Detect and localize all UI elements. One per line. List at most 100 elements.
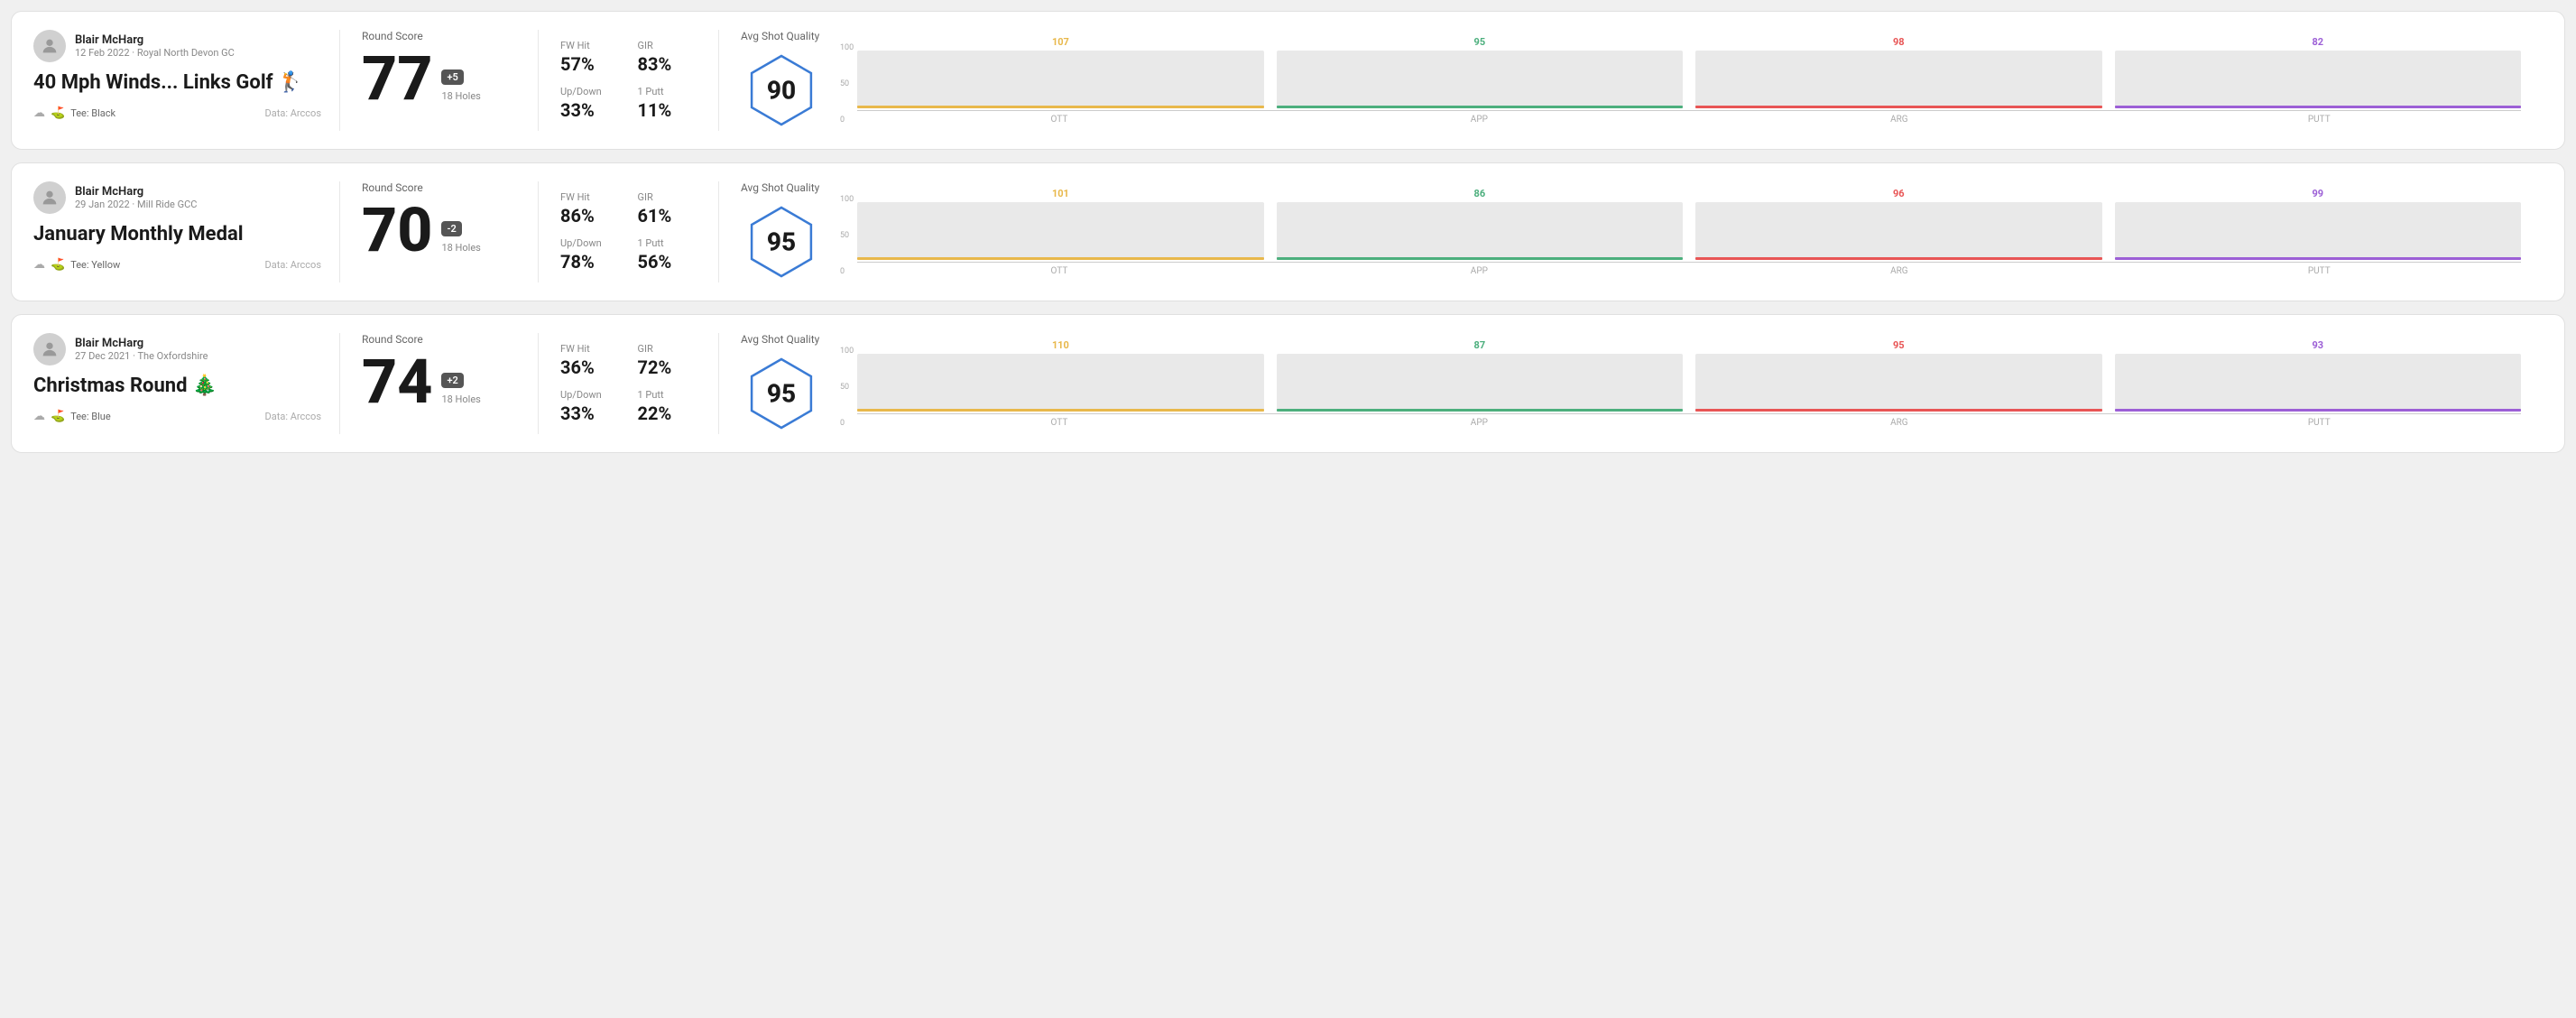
bar-colored-line	[857, 257, 1263, 260]
big-score: 74	[362, 351, 432, 412]
bar-column: 101	[857, 188, 1263, 260]
weather-icon: ☁	[33, 258, 45, 272]
bar-background	[1695, 202, 2101, 260]
avatar	[33, 333, 66, 366]
fw-hit-label: FW Hit	[560, 40, 620, 51]
gir-value: 72%	[638, 356, 697, 378]
bar-background	[857, 202, 1263, 260]
x-labels: OTTAPPARGPUTT	[857, 418, 2521, 428]
avatar-icon	[40, 188, 60, 208]
bar-colored-line	[1277, 106, 1683, 108]
avatar	[33, 181, 66, 214]
full-chart: 110 87 95 93	[857, 339, 2521, 428]
bar-background	[1695, 354, 2101, 412]
bar-value: 93	[2312, 339, 2323, 351]
footer-row: ☁ ⛳ Tee: Blue Data: Arccos	[33, 410, 321, 423]
bar-x-label: APP	[1278, 418, 1681, 428]
user-name: Blair McHarg	[75, 33, 235, 47]
bar-colored-line	[1277, 257, 1683, 260]
stats-section: FW Hit 57% GIR 83% Up/Down 33% 1 Putt 11…	[539, 30, 719, 131]
score-section: Round Score 70 -2 18 Holes	[340, 181, 539, 282]
y-label-50: 50	[840, 79, 854, 88]
hexagon-container: 95	[741, 201, 822, 282]
gir-stat: GIR 72%	[638, 343, 697, 378]
bar-value: 87	[1474, 339, 1486, 351]
user-name: Blair McHarg	[75, 337, 208, 350]
round-score-label: Round Score	[362, 333, 516, 346]
quality-left: Avg Shot Quality 90	[741, 30, 822, 131]
quality-left: Avg Shot Quality 95	[741, 333, 822, 434]
round-title: January Monthly Medal	[33, 223, 321, 245]
round-title: 40 Mph Winds... Links Golf 🏌	[33, 71, 321, 94]
updown-stat: Up/Down 33%	[560, 86, 620, 121]
bar-x-label: OTT	[857, 266, 1260, 276]
bar-chart-area: 100 50 0 110 87 95	[840, 339, 2521, 428]
gir-value: 83%	[638, 53, 697, 75]
score-section: Round Score 74 +2 18 Holes	[340, 333, 539, 434]
full-chart: 101 86 96 99	[857, 188, 2521, 276]
user-row: Blair McHarg 27 Dec 2021 · The Oxfordshi…	[33, 333, 321, 366]
bar-column: 93	[2115, 339, 2521, 412]
bar-x-label: PUTT	[2118, 266, 2521, 276]
y-label-0: 0	[840, 116, 854, 125]
weather-icon: ☁	[33, 410, 45, 423]
quality-section: Avg Shot Quality 90 100 50 0	[719, 30, 2543, 131]
bar-value: 95	[1474, 36, 1486, 48]
bar-value: 107	[1052, 36, 1069, 48]
y-label-0: 0	[840, 267, 854, 276]
bars-row: 101 86 96 99	[857, 188, 2521, 260]
updown-label: Up/Down	[560, 389, 620, 401]
fw-hit-stat: FW Hit 36%	[560, 343, 620, 378]
bar-value: 96	[1893, 188, 1905, 199]
putt-stat: 1 Putt 56%	[638, 237, 697, 273]
updown-label: Up/Down	[560, 237, 620, 249]
score-row: 77 +5 18 Holes	[362, 48, 516, 109]
holes-label: 18 Holes	[441, 393, 480, 405]
bar-x-label: PUTT	[2118, 418, 2521, 428]
user-row: Blair McHarg 12 Feb 2022 · Royal North D…	[33, 30, 321, 62]
round-score-label: Round Score	[362, 30, 516, 42]
bar-colored-line	[2115, 106, 2521, 108]
date-course: 29 Jan 2022 · Mill Ride GCC	[75, 199, 197, 210]
bar-colored-line	[2115, 257, 2521, 260]
stats-section: FW Hit 36% GIR 72% Up/Down 33% 1 Putt 22…	[539, 333, 719, 434]
bar-column: 107	[857, 36, 1263, 108]
score-badge: +2	[441, 373, 463, 388]
round-card: Blair McHarg 29 Jan 2022 · Mill Ride GCC…	[11, 162, 2565, 301]
tee-info: ☁ ⛳ Tee: Blue	[33, 410, 111, 423]
bar-chart-area: 100 50 0 101 86 96	[840, 188, 2521, 276]
fw-hit-stat: FW Hit 86%	[560, 191, 620, 227]
fw-hit-value: 57%	[560, 53, 620, 75]
putt-value: 56%	[638, 251, 697, 273]
stats-grid: FW Hit 57% GIR 83% Up/Down 33% 1 Putt 11…	[560, 40, 697, 121]
quality-left: Avg Shot Quality 95	[741, 181, 822, 282]
putt-label: 1 Putt	[638, 237, 697, 249]
bar-background	[1277, 51, 1683, 108]
gir-label: GIR	[638, 191, 697, 203]
score-row: 70 -2 18 Holes	[362, 199, 516, 261]
y-label-50: 50	[840, 231, 854, 240]
putt-label: 1 Putt	[638, 86, 697, 97]
gir-stat: GIR 61%	[638, 191, 697, 227]
date-course: 12 Feb 2022 · Royal North Devon GC	[75, 47, 235, 59]
bar-value: 95	[1893, 339, 1905, 351]
footer-row: ☁ ⛳ Tee: Black Data: Arccos	[33, 106, 321, 120]
user-info: Blair McHarg 29 Jan 2022 · Mill Ride GCC	[75, 185, 197, 210]
y-axis: 100 50 0	[840, 195, 854, 276]
x-labels: OTTAPPARGPUTT	[857, 115, 2521, 125]
round-card: Blair McHarg 12 Feb 2022 · Royal North D…	[11, 11, 2565, 150]
bar-x-label: APP	[1278, 115, 1681, 125]
bar-column: 110	[857, 339, 1263, 412]
bar-x-label: ARG	[1697, 418, 2101, 428]
score-badge: -2	[441, 221, 461, 236]
bar-background	[857, 354, 1263, 412]
bar-value: 99	[2312, 188, 2323, 199]
quality-score: 95	[767, 227, 796, 257]
bar-value: 110	[1052, 339, 1069, 351]
big-score: 70	[362, 199, 432, 261]
putt-stat: 1 Putt 11%	[638, 86, 697, 121]
fw-hit-value: 36%	[560, 356, 620, 378]
score-badge: +5	[441, 69, 463, 85]
updown-stat: Up/Down 78%	[560, 237, 620, 273]
updown-stat: Up/Down 33%	[560, 389, 620, 424]
